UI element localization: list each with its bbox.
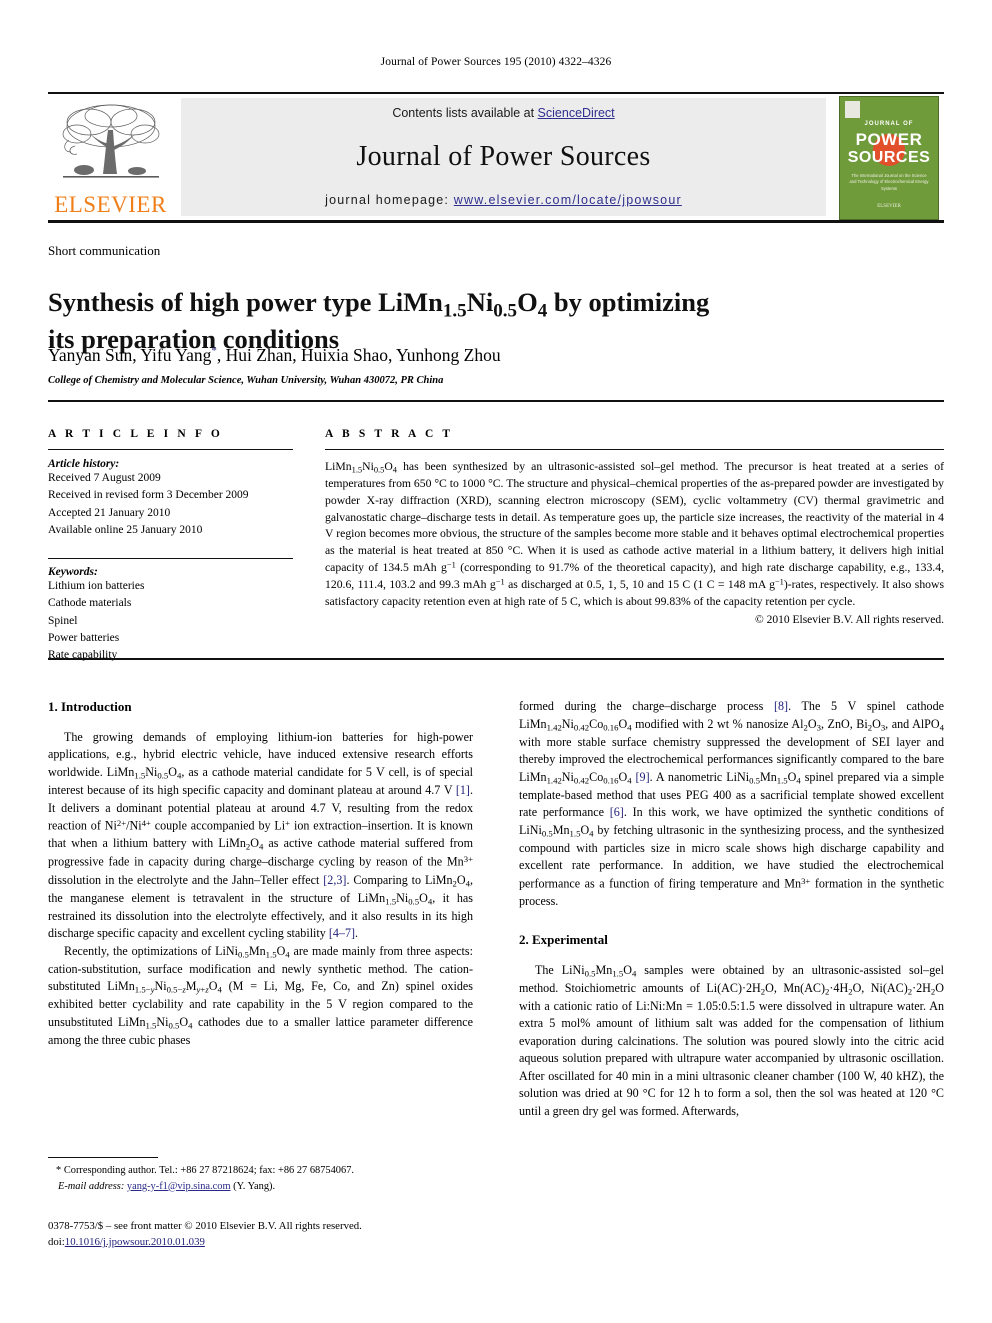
article-type-label: Short communication [48, 243, 161, 258]
history-item: Received in revised form 3 December 2009 [48, 489, 249, 502]
email-suffix: (Y. Yang). [233, 1180, 276, 1192]
history-item: Received 7 August 2009 [48, 472, 161, 484]
history-item: Available online 25 January 2010 [48, 523, 203, 536]
abstract-rule [325, 449, 944, 450]
article-history-label: Article history: [48, 458, 120, 470]
cover-power-label: POWER [855, 130, 923, 149]
paragraph-intro-2b: formed during the charge–discharge proce… [519, 699, 944, 909]
homepage-prefix: journal homepage: [325, 193, 454, 207]
journal-homepage-link[interactable]: www.elsevier.com/locate/jpowsour [454, 193, 682, 207]
section-heading-experimental: 2. Experimental [519, 931, 608, 947]
footnote-line-1: * Corresponding author. Tel.: +86 27 872… [56, 1163, 476, 1179]
affiliation: College of Chemistry and Molecular Scien… [48, 375, 444, 386]
cover-subtitle: The International Journal on the Science… [849, 173, 929, 191]
citation-ref[interactable]: [1] [456, 783, 470, 797]
elsevier-tree-icon [62, 104, 159, 178]
elsevier-logo: ELSEVIER [48, 94, 173, 222]
journal-masthead: ELSEVIER Contents lists available at Sci… [48, 92, 944, 222]
paragraph-intro-2a: Recently, the optimizations of LiNi0.5Mn… [48, 943, 473, 1048]
title-part-3: O [517, 286, 538, 317]
article-page: Journal of Power Sources 195 (2010) 4322… [0, 0, 992, 1323]
abstract-text: LiMn1.5Ni0.5O4 has been synthesized by a… [325, 460, 944, 608]
abstract-body: has been synthesized by an ultrasonic-as… [325, 460, 944, 608]
title-sub-1: 1.5 [442, 300, 467, 322]
contents-available-line: Contents lists available at ScienceDirec… [392, 106, 614, 120]
keyword-item: Rate capability [48, 649, 118, 661]
title-sub-2: 0.5 [493, 300, 518, 322]
email-label: E-mail address: [58, 1180, 125, 1192]
article-info-column: A R T I C L E I N F O Article history: R… [48, 428, 293, 664]
history-item: Accepted 21 January 2010 [48, 506, 171, 519]
keyword-item: Spinel [48, 614, 78, 627]
paragraph-intro-1: The growing demands of employing lithium… [48, 729, 474, 941]
keyword-item: Power batteries [48, 631, 120, 644]
contents-prefix: Contents lists available at [392, 106, 538, 120]
author-list: Yanyan Sun, Yifu Yang*, Hui Zhan, Huixia… [48, 345, 501, 365]
corresponding-author-marker: * [211, 345, 217, 358]
body-column-right: formed during the charge–discharge proce… [519, 698, 944, 1120]
article-info-rule [48, 449, 293, 450]
band-bottom-rule [48, 658, 944, 660]
keyword-item: Cathode materials [48, 597, 132, 610]
body-column-left: 1. Introduction The growing demands of e… [48, 698, 473, 1050]
citation-ref[interactable]: [4–7] [329, 926, 355, 940]
journal-title: Journal of Power Sources [356, 140, 651, 172]
title-part-4: by optimizing [547, 286, 710, 317]
title-part-2: Ni [466, 286, 494, 317]
running-head: Journal of Power Sources 195 (2010) 4322… [380, 56, 612, 68]
page-footer: 0378-7753/$ – see front matter © 2010 El… [48, 1218, 488, 1250]
citation-ref[interactable]: [2,3] [323, 873, 346, 887]
cover-image: JOURNAL OF POWER SOURCES The Internation… [839, 96, 939, 220]
abstract-column: A B S T R A C T LiMn1.5Ni0.5O4 has been … [325, 428, 944, 626]
journal-cover-thumbnail: JOURNAL OF POWER SOURCES The Internation… [834, 94, 944, 222]
keyword-item: Lithium ion batteries [48, 580, 145, 592]
elsevier-wordmark: ELSEVIER [54, 192, 167, 217]
cover-elsevier-badge-icon [845, 101, 860, 118]
keywords-label: Keywords: [48, 566, 98, 578]
cover-publisher-label: ELSEVIER [877, 204, 901, 209]
article-info-heading: A R T I C L E I N F O [48, 428, 223, 440]
corresponding-author-footnote: * Corresponding author. Tel.: +86 27 872… [56, 1163, 476, 1194]
doi-line: doi:10.1016/j.jpowsour.2010.01.039 [48, 1234, 488, 1250]
email-link[interactable]: yang-y-f1@vip.sina.com [127, 1181, 231, 1192]
cover-sources-label: SOURCES [847, 149, 931, 166]
doi-link[interactable]: 10.1016/j.jpowsour.2010.01.039 [65, 1236, 205, 1248]
footnote-rule [48, 1157, 158, 1158]
footnote-line-2: E-mail address: yang-y-f1@vip.sina.com (… [56, 1179, 476, 1195]
title-sub-3: 4 [537, 300, 548, 322]
section-heading-introduction: 1. Introduction [48, 699, 132, 714]
abstract-copyright: © 2010 Elsevier B.V. All rights reserved… [755, 614, 944, 627]
article-info-abstract-band: A R T I C L E I N F O Article history: R… [48, 400, 944, 661]
title-part-1: Synthesis of high power type LiMn [48, 286, 443, 317]
masthead-bottom-rule [48, 220, 944, 223]
band-top-rule [48, 400, 944, 402]
citation-ref[interactable]: [6] [610, 805, 624, 819]
paragraph-experimental-1: The LiNi0.5Mn1.5O4 samples were obtained… [519, 962, 944, 1118]
citation-ref[interactable]: [8] [774, 699, 788, 713]
cover-journal-of-label: JOURNAL OF [864, 121, 914, 127]
footnote-star: * [56, 1165, 62, 1176]
masthead-center-panel: Contents lists available at ScienceDirec… [181, 98, 826, 216]
keywords-rule [48, 558, 293, 559]
footnote-contact: Corresponding author. Tel.: +86 27 87218… [63, 1165, 354, 1176]
journal-homepage-line: journal homepage: www.elsevier.com/locat… [325, 193, 682, 207]
doi-label: doi: [48, 1236, 65, 1249]
abstract-heading: A B S T R A C T [325, 428, 454, 440]
sciencedirect-link[interactable]: ScienceDirect [538, 106, 615, 120]
citation-ref[interactable]: [9] [636, 770, 650, 784]
issn-copyright-line: 0378-7753/$ – see front matter © 2010 El… [48, 1220, 362, 1232]
